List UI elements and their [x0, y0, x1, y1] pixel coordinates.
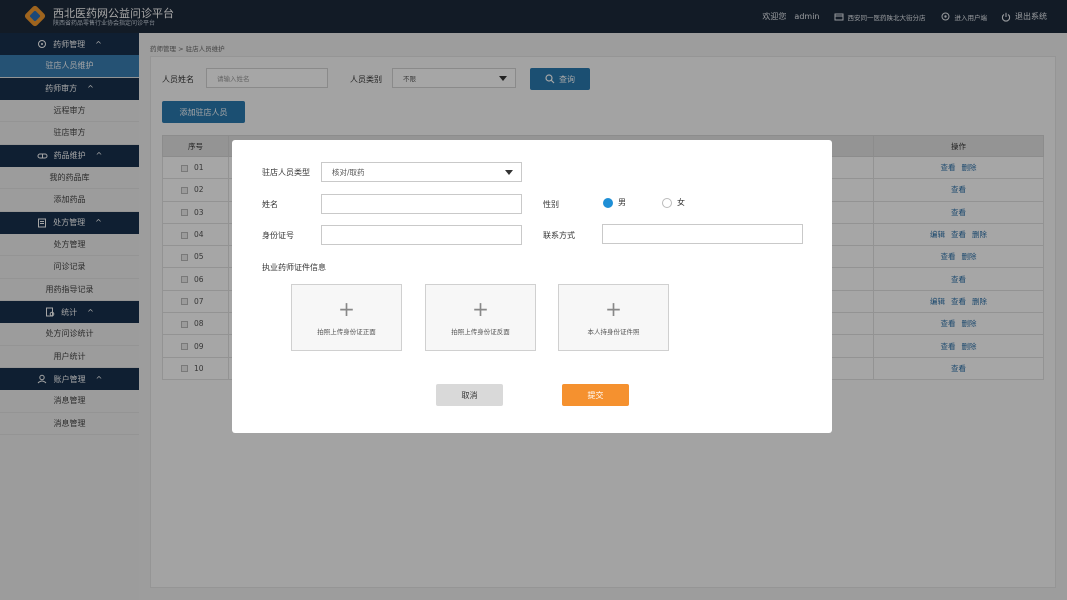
radio-selected-icon: [603, 197, 613, 208]
staff-type-value: 核对/取药: [332, 167, 365, 177]
id-number-field[interactable]: [321, 225, 522, 245]
gender-label: 性别: [543, 200, 559, 209]
dropdown-arrow-icon: [505, 170, 513, 175]
id-number-label: 身份证号: [262, 231, 294, 240]
cert-section-title: 执业药师证件信息: [262, 263, 326, 272]
gender-female-label: 女: [677, 198, 685, 207]
add-staff-modal: 驻店人员类型 核对/取药 姓名 性别 男 女 身份证号 联系方式 执业药师证件信…: [232, 140, 832, 433]
contact-field[interactable]: [602, 224, 803, 244]
plus-icon: +: [605, 297, 622, 321]
staff-type-select[interactable]: 核对/取药: [321, 162, 522, 182]
gender-radio-female[interactable]: 女: [662, 197, 685, 208]
radio-unselected-icon: [662, 197, 672, 208]
name-field[interactable]: [321, 194, 522, 214]
plus-icon: +: [338, 297, 355, 321]
upload-id-front[interactable]: + 拍照上传身份证正面: [291, 284, 402, 351]
upload-label: 拍照上传身份证反面: [451, 328, 510, 336]
gender-male-label: 男: [618, 198, 626, 207]
cancel-button[interactable]: 取消: [436, 384, 503, 406]
submit-button[interactable]: 提交: [562, 384, 629, 406]
upload-label: 拍照上传身份证正面: [317, 328, 376, 336]
staff-type-label: 驻店人员类型: [262, 168, 310, 177]
plus-icon: +: [472, 297, 489, 321]
upload-label: 本人持身份证件照: [587, 328, 640, 336]
upload-holding-id[interactable]: + 本人持身份证件照: [558, 284, 669, 351]
upload-id-back[interactable]: + 拍照上传身份证反面: [425, 284, 536, 351]
name-label: 姓名: [262, 200, 278, 209]
gender-radio-male[interactable]: 男: [603, 197, 626, 208]
contact-label: 联系方式: [543, 231, 575, 240]
